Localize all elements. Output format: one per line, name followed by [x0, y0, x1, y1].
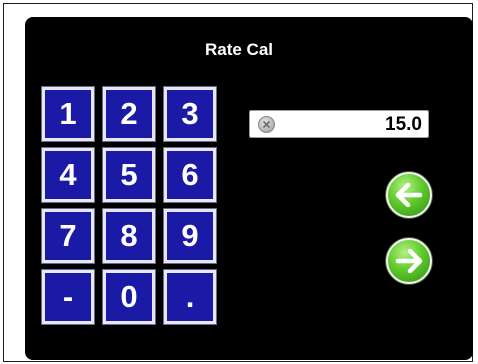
key-1[interactable]: 1: [42, 87, 94, 141]
arrow-left-icon: [395, 183, 423, 207]
forward-button[interactable]: [386, 238, 432, 284]
key-9[interactable]: 9: [164, 209, 216, 263]
key-minus[interactable]: -: [42, 270, 94, 324]
key-5[interactable]: 5: [103, 148, 155, 202]
key-0[interactable]: 0: [103, 270, 155, 324]
key-decimal[interactable]: .: [164, 270, 216, 324]
clear-x-icon[interactable]: [258, 116, 275, 133]
key-6[interactable]: 6: [164, 148, 216, 202]
page-title: Rate Cal: [204, 40, 274, 59]
key-2[interactable]: 2: [103, 87, 155, 141]
value-text: 15.0: [385, 114, 422, 135]
key-8[interactable]: 8: [103, 209, 155, 263]
key-7[interactable]: 7: [42, 209, 94, 263]
key-3[interactable]: 3: [164, 87, 216, 141]
value-display[interactable]: 15.0: [249, 110, 429, 138]
back-button[interactable]: [386, 172, 432, 218]
arrow-right-icon: [395, 249, 423, 273]
key-4[interactable]: 4: [42, 148, 94, 202]
